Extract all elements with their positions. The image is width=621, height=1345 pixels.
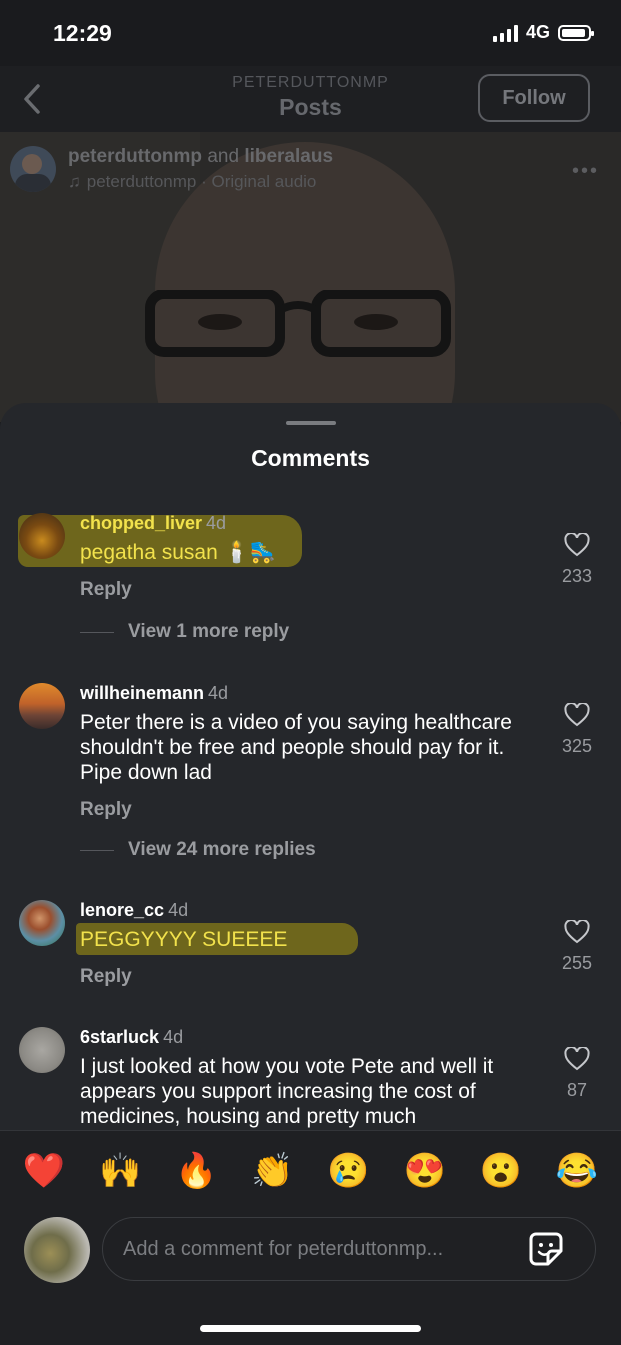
- comment-username[interactable]: willheinemann 4d: [80, 683, 540, 704]
- like-control[interactable]: 255: [557, 920, 597, 974]
- reply-button[interactable]: Reply: [80, 966, 540, 988]
- commenter-avatar[interactable]: [19, 683, 65, 729]
- comment-username[interactable]: lenore_cc 4d: [80, 900, 540, 921]
- post-authors[interactable]: peterduttonmp and liberalaus: [68, 146, 333, 168]
- like-control[interactable]: 87: [557, 1047, 597, 1101]
- home-indicator[interactable]: [200, 1325, 421, 1332]
- quick-reactions: ❤️ 🙌 🔥 👏 😢 😍 😮 😂: [0, 1151, 621, 1191]
- reaction-crying[interactable]: 😢: [327, 1151, 371, 1191]
- reaction-heart-eyes[interactable]: 😍: [403, 1151, 447, 1191]
- comment-text: Peter there is a video of you saying hea…: [80, 711, 512, 784]
- heart-icon[interactable]: [564, 1047, 590, 1071]
- video-preview: peterduttonmp and liberalaus ♫ peterdutt…: [0, 132, 621, 422]
- heart-icon[interactable]: [564, 703, 590, 727]
- status-bar: 12:29 4G: [0, 0, 621, 66]
- commenter-avatar[interactable]: [19, 900, 65, 946]
- comment-username[interactable]: chopped_liver 4d: [80, 513, 540, 534]
- comment-text: I just looked at how you vote Pete and w…: [80, 1055, 494, 1128]
- like-count: 255: [561, 953, 593, 973]
- like-control[interactable]: 325: [557, 703, 597, 757]
- comments-title: Comments: [251, 445, 370, 471]
- comment-input[interactable]: [102, 1217, 596, 1281]
- author-avatar[interactable]: [10, 146, 56, 192]
- comment-text: PEGGYYYY SUEEEE: [80, 928, 288, 951]
- post-author: peterduttonmp and liberalaus ♫ peterdutt…: [10, 146, 333, 192]
- comment-composer-bar: ❤️ 🙌 🔥 👏 😢 😍 😮 😂: [0, 1130, 621, 1345]
- view-more-replies[interactable]: View 24 more replies: [80, 839, 316, 861]
- reaction-laughing[interactable]: 😂: [555, 1151, 599, 1191]
- reaction-raised-hands[interactable]: 🙌: [98, 1151, 142, 1191]
- signal-icon: [492, 24, 518, 42]
- reply-button[interactable]: Reply: [80, 799, 540, 821]
- reaction-fire[interactable]: 🔥: [174, 1151, 218, 1191]
- reaction-heart[interactable]: ❤️: [22, 1151, 66, 1191]
- audio-line[interactable]: ♫ peterduttonmp · Original audio: [68, 172, 333, 192]
- comment-text: pegatha susan 🕯️🛼: [80, 541, 276, 564]
- glasses-shape: [145, 290, 451, 357]
- like-control[interactable]: 233: [557, 533, 597, 587]
- reaction-surprised[interactable]: 😮: [479, 1151, 523, 1191]
- network-type: 4G: [525, 22, 550, 42]
- reaction-clap[interactable]: 👏: [250, 1151, 294, 1191]
- status-time: 12:29: [53, 20, 112, 46]
- commenter-avatar[interactable]: [19, 513, 65, 559]
- view-more-replies[interactable]: View 1 more reply: [80, 621, 289, 643]
- heart-icon[interactable]: [564, 533, 590, 557]
- more-options-icon[interactable]: •••: [572, 160, 599, 183]
- commenter-avatar[interactable]: [19, 1027, 65, 1073]
- nav-header: PETERDUTTONMP Posts Follow: [0, 66, 621, 132]
- audio-label: peterduttonmp · Original audio: [86, 172, 317, 191]
- sticker-icon[interactable]: [528, 1231, 564, 1267]
- music-note-icon: ♫: [68, 172, 81, 191]
- like-count: 87: [566, 1080, 588, 1100]
- sheet-grabber[interactable]: [286, 421, 336, 425]
- like-count: 325: [561, 736, 593, 756]
- battery-icon: [558, 24, 594, 41]
- comment-username[interactable]: 6starluck 4d: [80, 1027, 540, 1048]
- like-count: 233: [561, 566, 593, 586]
- status-icons: 4G: [492, 22, 594, 43]
- follow-button[interactable]: Follow: [478, 74, 590, 122]
- my-avatar: [24, 1217, 90, 1283]
- heart-icon[interactable]: [564, 920, 590, 944]
- reply-button[interactable]: Reply: [80, 579, 540, 601]
